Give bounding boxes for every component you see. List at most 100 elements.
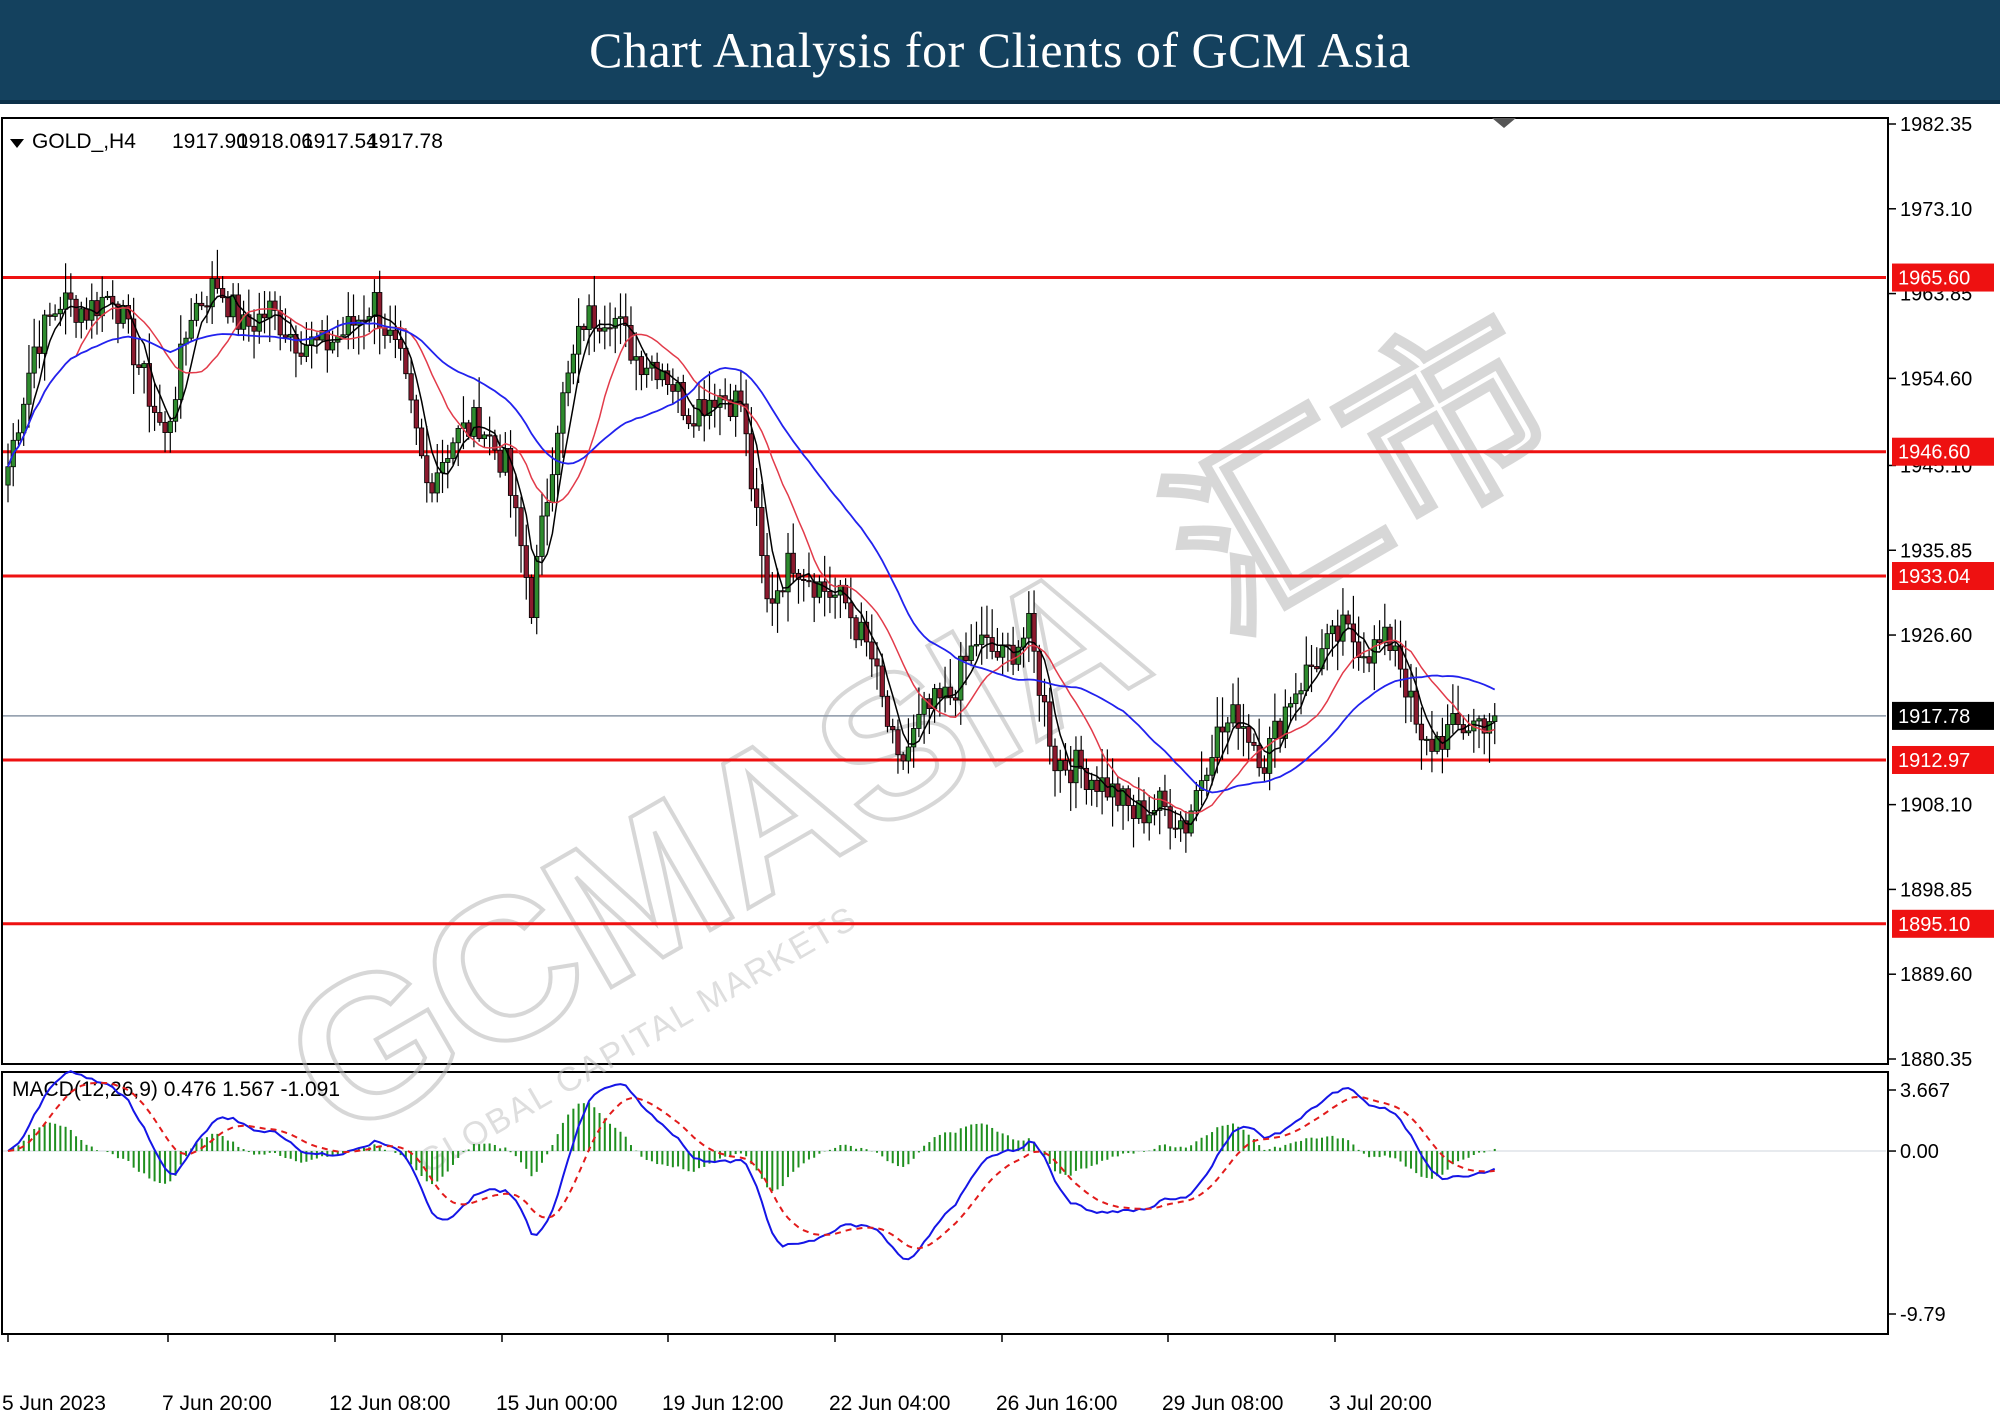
candle-bull	[450, 442, 456, 459]
candle-bear	[408, 373, 414, 401]
y-tick-label: 1898.85	[1900, 879, 1972, 901]
candle-bear	[759, 507, 765, 556]
candle-bull	[1240, 726, 1247, 729]
candle-bull	[434, 472, 440, 494]
candle-bull	[1361, 656, 1367, 659]
candle-bear	[984, 634, 990, 638]
candle-bear	[1094, 779, 1100, 792]
candle-bull	[340, 334, 346, 337]
candle-bull	[5, 466, 11, 486]
candle-bull	[193, 302, 200, 321]
candle-bear	[748, 433, 754, 490]
candle-bull	[1230, 704, 1236, 724]
candle-bear	[879, 665, 885, 697]
y-tick-label: 1889.60	[1900, 964, 1972, 986]
current-price-label: 1917.78	[1898, 706, 1970, 728]
candle-bear	[827, 591, 833, 598]
candle-bull	[1450, 713, 1456, 725]
candle-bear	[1403, 668, 1409, 698]
candle-bear	[403, 347, 409, 375]
macd-y-tick-label: -9.79	[1900, 1304, 1946, 1326]
candle-bull	[387, 329, 393, 336]
candle-bull	[565, 372, 571, 394]
candle-bull	[303, 344, 309, 357]
candle-bull	[42, 314, 48, 354]
candle-bull	[968, 645, 974, 661]
candle-bear	[1429, 738, 1435, 752]
candle-bear	[596, 327, 603, 332]
candle-bear	[1246, 726, 1252, 743]
candle-bear	[952, 697, 959, 701]
candle-bear	[1413, 690, 1419, 725]
candle-bear	[476, 407, 482, 440]
macd-label: MACD(12,26,9) 0.476 1.567 -1.091	[12, 1078, 340, 1101]
candle-bear	[1130, 805, 1137, 819]
candle-bear	[418, 427, 425, 457]
candle-bear	[424, 455, 430, 484]
level-price-label: 1965.60	[1898, 268, 1970, 290]
candle-bear	[994, 651, 1001, 658]
candle-bear	[487, 434, 493, 437]
candle-bull	[57, 308, 63, 315]
candle-bear	[151, 405, 158, 413]
candle-bear	[136, 364, 142, 368]
candle-bear	[513, 495, 519, 509]
candle-bear	[1350, 623, 1356, 643]
candle-bull	[1026, 612, 1032, 639]
candle-bull	[1193, 790, 1199, 812]
candle-bull	[288, 333, 294, 338]
candle-bear	[1418, 723, 1425, 741]
candle-bear	[398, 339, 404, 349]
x-tick-label: 22 Jun 04:00	[829, 1392, 950, 1415]
candle-bull	[1298, 690, 1304, 695]
candle-bear	[1078, 749, 1084, 769]
candle-bear	[298, 352, 304, 357]
candle-bull	[99, 296, 105, 317]
candle-bull	[1146, 814, 1152, 824]
y-tick-label: 1880.35	[1900, 1049, 1972, 1071]
candle-bear	[68, 292, 74, 300]
candle-bear	[36, 346, 43, 354]
candle-bull	[52, 313, 58, 317]
candle-bull	[644, 367, 650, 376]
candle-bull	[1476, 718, 1482, 722]
level-price-label: 1946.60	[1898, 442, 1970, 464]
candle-bear	[1256, 745, 1262, 769]
candle-bear	[884, 695, 891, 727]
candle-bear	[377, 292, 383, 329]
y-tick-label: 1982.35	[1900, 114, 1972, 136]
candle-bear	[1162, 790, 1168, 808]
candle-bull	[31, 346, 37, 374]
candle-bear	[685, 415, 692, 425]
candle-bull	[26, 372, 32, 405]
candle-bull	[1293, 693, 1299, 705]
candle-bull	[141, 363, 147, 368]
candle-bear	[638, 356, 645, 376]
candle-bull	[371, 292, 378, 317]
candle-bear	[518, 507, 524, 547]
x-tick-label: 5 Jun 2023	[2, 1392, 106, 1415]
candle-bull	[15, 432, 22, 441]
y-tick-label: 1926.60	[1900, 625, 1972, 647]
candle-bull	[534, 556, 540, 619]
candle-bear	[874, 658, 880, 667]
candle-bull	[1057, 760, 1063, 772]
candle-bear	[1219, 726, 1226, 733]
candle-bear	[607, 327, 613, 330]
candle-bull	[832, 594, 838, 598]
page-title: Chart Analysis for Clients of GCM Asia	[589, 22, 1411, 78]
candle-bull	[1424, 738, 1430, 741]
candle-bull	[104, 295, 111, 298]
candle-bear	[1115, 783, 1121, 806]
chart-area: GCMASIA 汇市 GLOBAL CAPITAL MARKETS GOLD_,…	[0, 114, 2000, 1428]
level-price-label: 1895.10	[1898, 914, 1970, 936]
candle-bear	[691, 423, 697, 427]
candle-bear	[1376, 639, 1383, 644]
candle-bear	[83, 308, 90, 321]
candle-bear	[73, 298, 79, 323]
candle-bear	[350, 316, 357, 326]
candle-bear	[1036, 650, 1042, 696]
level-price-label: 1933.04	[1898, 566, 1970, 588]
candle-bull	[1089, 779, 1095, 790]
candle-bear	[413, 399, 419, 429]
